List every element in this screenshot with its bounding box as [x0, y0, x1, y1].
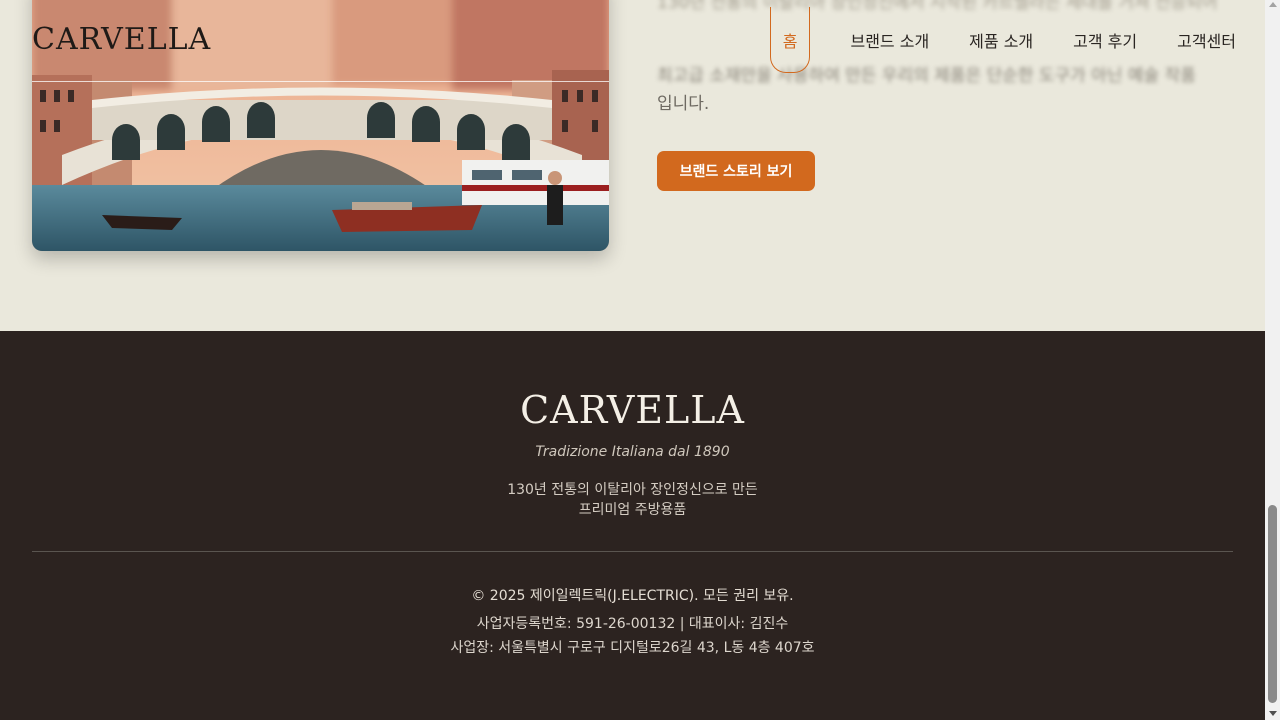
footer-address: 사업장: 서울특별시 구로구 디지털로26길 43, L동 4층 407호 — [450, 640, 815, 656]
footer-divider — [32, 551, 1233, 552]
footer-business-info: 사업자등록번호: 591-26-00132 | 대표이사: 김진수 — [476, 616, 789, 632]
footer-logo: CARVELLA — [520, 388, 745, 432]
brand-story-button[interactable]: 브랜드 스토리 보기 — [657, 151, 815, 191]
header-divider — [32, 81, 609, 82]
footer: CARVELLA Tradizione Italiana dal 1890 13… — [0, 331, 1265, 720]
scroll-down-arrow-icon[interactable] — [1269, 711, 1277, 716]
scrollbar-thumb[interactable] — [1268, 505, 1277, 703]
header-logo[interactable]: CARVELLA — [32, 22, 211, 57]
footer-desc-line: 130년 전통의 이탈리아 장인정신으로 만든 — [507, 482, 758, 498]
main-nav: 홈 브랜드 소개 제품 소개 고객 후기 고객센터 — [769, 0, 1236, 80]
nav-home[interactable]: 홈 — [769, 7, 811, 73]
footer-tagline: Tradizione Italiana dal 1890 — [535, 444, 730, 460]
scroll-up-arrow-icon[interactable] — [1269, 2, 1277, 7]
nav-support[interactable]: 고객센터 — [1177, 7, 1236, 73]
nav-products[interactable]: 제품 소개 — [969, 7, 1033, 73]
nav-brand[interactable]: 브랜드 소개 — [850, 7, 929, 73]
nav-reviews[interactable]: 고객 후기 — [1073, 7, 1137, 73]
scrollbar[interactable] — [1265, 0, 1280, 720]
footer-copyright: © 2025 제이일렉트릭(J.ELECTRIC). 모든 권리 보유. — [471, 588, 794, 604]
footer-description: 130년 전통의 이탈리아 장인정신으로 만든 프리미엄 주방용품 — [0, 480, 1265, 520]
footer-desc-line: 프리미엄 주방용품 — [578, 502, 687, 518]
description-line: 입니다. — [657, 94, 710, 114]
